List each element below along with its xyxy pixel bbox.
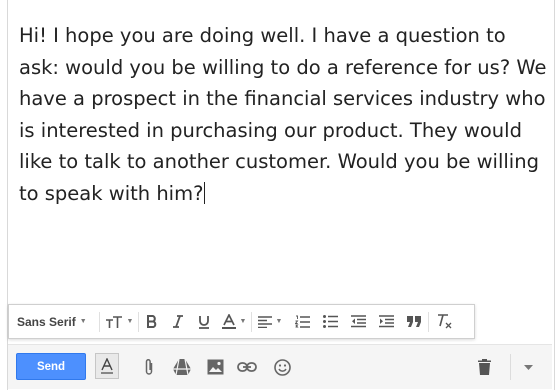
indent-more-icon <box>378 315 394 328</box>
formatting-toolbar: Sans Serif ▼ ▼ ▼ ▼ <box>8 304 475 339</box>
divider <box>510 354 511 380</box>
insert-photo-button[interactable] <box>204 354 226 380</box>
discard-draft-button[interactable] <box>473 354 495 380</box>
message-body[interactable]: Hi! I hope you are doing well. I have a … <box>19 20 549 210</box>
formatting-options-button[interactable] <box>95 353 119 379</box>
indent-less-icon <box>350 315 366 328</box>
drive-icon <box>173 359 191 375</box>
message-text: Hi! I hope you are doing well. I have a … <box>19 24 547 205</box>
insert-link-button[interactable] <box>236 354 258 380</box>
compose-bottom-toolbar: Send <box>8 344 552 389</box>
more-options-icon <box>523 364 533 370</box>
text-color-button[interactable]: ▼ <box>217 305 251 338</box>
underline-icon <box>198 315 210 329</box>
underline-button[interactable] <box>191 305 217 338</box>
italic-icon <box>172 315 184 328</box>
quote-button[interactable] <box>400 305 428 338</box>
numbered-list-icon <box>294 315 310 329</box>
insert-link-icon <box>237 362 257 372</box>
formatting-options-icon <box>101 358 113 374</box>
attach-icon <box>144 358 154 376</box>
chevron-down-icon: ▼ <box>79 318 87 325</box>
trash-icon <box>477 359 491 375</box>
align-icon <box>257 315 272 328</box>
text-size-button[interactable]: ▼ <box>100 305 138 338</box>
indent-more-button[interactable] <box>372 305 400 338</box>
remove-formatting-icon <box>437 314 452 329</box>
more-options-button[interactable] <box>519 354 537 380</box>
text-size-icon <box>105 315 123 329</box>
bold-button[interactable] <box>139 305 165 338</box>
chevron-down-icon: ▼ <box>239 318 247 325</box>
text-color-icon <box>221 314 236 329</box>
emoji-icon <box>273 358 291 376</box>
numbered-list-button[interactable] <box>288 305 316 338</box>
text-cursor <box>204 181 206 204</box>
insert-photo-icon <box>207 359 224 375</box>
chevron-down-icon: ▼ <box>126 318 134 325</box>
bulleted-list-icon <box>322 315 338 328</box>
bold-icon <box>146 315 158 328</box>
font-family-label: Sans Serif <box>17 314 76 329</box>
indent-less-button[interactable] <box>344 305 372 338</box>
emoji-button[interactable] <box>271 354 293 380</box>
align-button[interactable]: ▼ <box>252 305 288 338</box>
send-button[interactable]: Send <box>16 353 86 380</box>
font-family-select[interactable]: Sans Serif ▼ <box>9 305 99 338</box>
quote-icon <box>406 316 422 327</box>
attach-button[interactable] <box>139 354 159 380</box>
drive-button[interactable] <box>171 354 193 380</box>
italic-button[interactable] <box>165 305 191 338</box>
chevron-down-icon: ▼ <box>275 318 283 325</box>
bulleted-list-button[interactable] <box>316 305 344 338</box>
remove-formatting-button[interactable] <box>429 305 459 338</box>
